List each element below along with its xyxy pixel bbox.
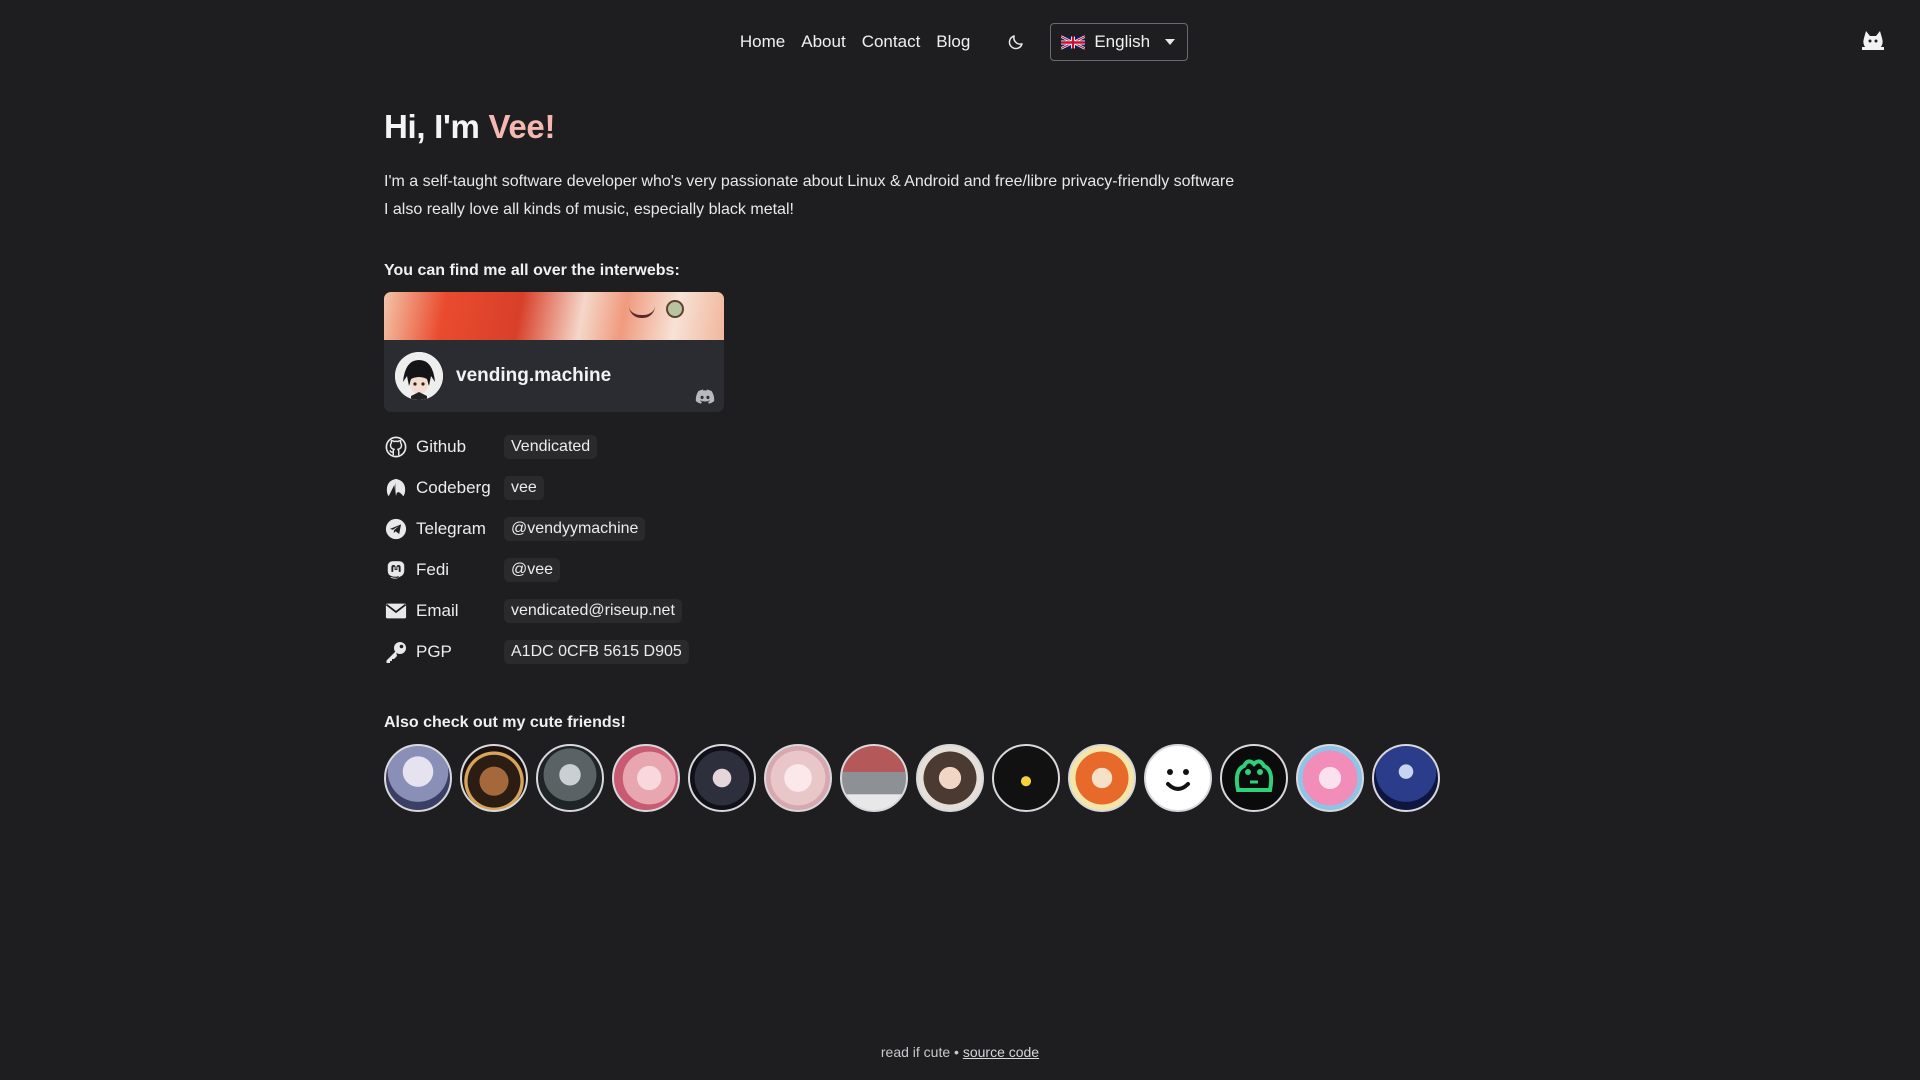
frog-icon: [1234, 759, 1274, 792]
telegram-icon: [384, 517, 408, 541]
main-content: Hi, I'm Vee! I'm a self-taught software …: [384, 108, 1484, 812]
discord-banner: [384, 292, 724, 340]
language-label: English: [1094, 32, 1151, 51]
list-item: Telegram @vendyymachine: [384, 508, 1484, 549]
nav-about-link[interactable]: About: [793, 32, 853, 52]
uk-flag-icon: [1061, 34, 1086, 50]
cat-icon[interactable]: [1860, 28, 1886, 52]
bio-line: I also really love all kinds of music, e…: [384, 201, 794, 218]
nav-blog-link[interactable]: Blog: [928, 32, 978, 52]
social-links-list: Github Vendicated Codeberg vee Telegram …: [384, 426, 1484, 672]
greeting-text: Hi, I'm: [384, 108, 489, 145]
socials-title: You can find me all over the interwebs:: [384, 262, 680, 279]
friend-avatar[interactable]: [612, 744, 680, 812]
key-icon: [384, 640, 408, 664]
name-highlight: Vee!: [488, 108, 556, 145]
email-icon: [384, 599, 408, 623]
link-label: Email: [416, 600, 459, 620]
list-item: Fedi @vee: [384, 549, 1484, 590]
friend-avatar[interactable]: [764, 744, 832, 812]
friend-avatar[interactable]: [460, 744, 528, 812]
nav-home-link[interactable]: Home: [732, 32, 793, 52]
friends-list: [384, 744, 1484, 812]
link-label: Codeberg: [416, 477, 491, 497]
chevron-down-icon: [1165, 39, 1176, 45]
friend-avatar[interactable]: [1372, 744, 1440, 812]
avatar: [395, 352, 443, 400]
banner-decoration: [666, 300, 684, 318]
friend-avatar[interactable]: [1068, 744, 1136, 812]
footer-text: read if cute: [880, 1044, 951, 1060]
link-label: Telegram: [416, 518, 486, 538]
banner-decoration: [629, 306, 655, 318]
link-label: Fedi: [416, 559, 450, 579]
friend-avatar[interactable]: [992, 744, 1060, 812]
mastodon-icon: [384, 558, 408, 582]
footer-separator: •: [954, 1044, 963, 1060]
nav-contact-link[interactable]: Contact: [854, 32, 929, 52]
list-item: PGP A1DC 0CFB 5615 D905: [384, 631, 1484, 672]
friend-avatar[interactable]: [536, 744, 604, 812]
friend-avatar[interactable]: [916, 744, 984, 812]
friend-avatar[interactable]: [1296, 744, 1364, 812]
email-link[interactable]: vendicated@riseup.net: [504, 598, 682, 623]
bio: I'm a self-taught software developer who…: [384, 168, 1484, 224]
source-code-link[interactable]: source code: [963, 1044, 1039, 1060]
friend-avatar[interactable]: [688, 744, 756, 812]
fedi-link[interactable]: @vee: [504, 557, 561, 582]
discord-profile-card[interactable]: vending.machine: [384, 292, 724, 412]
smiley-icon: [1166, 769, 1190, 791]
friends-title: Also check out my cute friends!: [384, 714, 626, 731]
bio-line: I'm a self-taught software developer who…: [384, 173, 1235, 190]
friend-avatar[interactable]: [1144, 744, 1212, 812]
list-item: Email vendicated@riseup.net: [384, 590, 1484, 631]
link-label: Github: [416, 436, 467, 456]
github-icon: [384, 435, 408, 459]
codeberg-icon: [384, 476, 408, 500]
discord-icon: [695, 389, 715, 405]
friend-avatar[interactable]: [384, 744, 452, 812]
discord-username: vending.machine: [456, 365, 612, 386]
list-item: Codeberg vee: [384, 467, 1484, 508]
codeberg-link[interactable]: vee: [504, 475, 544, 500]
pgp-fingerprint[interactable]: A1DC 0CFB 5615 D905: [504, 639, 689, 664]
moon-icon: [1009, 35, 1024, 50]
telegram-link[interactable]: @vendyymachine: [504, 516, 646, 541]
language-select[interactable]: English: [1050, 23, 1189, 61]
top-nav: Home About Contact Blog English: [0, 22, 1920, 62]
footer: read if cute • source code: [0, 1044, 1920, 1060]
github-link[interactable]: Vendicated: [504, 434, 598, 459]
page-title: Hi, I'm Vee!: [384, 108, 1484, 146]
theme-toggle-button[interactable]: [996, 22, 1036, 62]
link-label: PGP: [416, 641, 452, 661]
list-item: Github Vendicated: [384, 426, 1484, 467]
friend-avatar[interactable]: [840, 744, 908, 812]
friend-avatar[interactable]: [1220, 744, 1288, 812]
